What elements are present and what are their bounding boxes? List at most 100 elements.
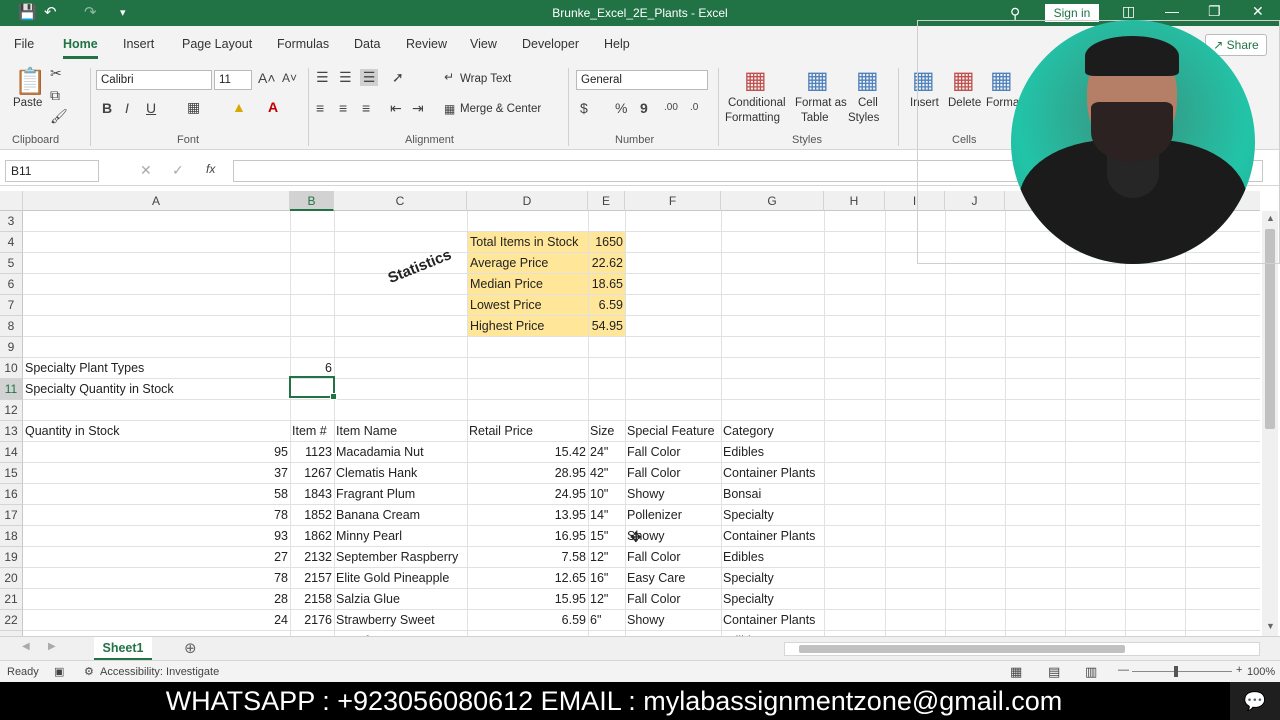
page-break-view-icon[interactable]: ▥ — [1085, 664, 1097, 680]
cell-category[interactable]: Specialty — [721, 589, 824, 609]
name-box[interactable]: B11 — [5, 160, 99, 182]
zoom-out-icon[interactable]: — — [1118, 664, 1129, 676]
underline-icon[interactable]: U — [146, 100, 156, 116]
cell-size[interactable]: 15" — [588, 526, 625, 546]
stat-label[interactable]: Total Items in Stock — [468, 232, 588, 252]
row-header[interactable]: 10 — [0, 358, 23, 379]
row-header[interactable]: 15 — [0, 463, 23, 484]
header-special-feature[interactable]: Special Feature — [625, 421, 721, 441]
font-name-dropdown[interactable]: Calibri — [96, 70, 212, 90]
cell-item-number[interactable]: 1852 — [290, 505, 334, 525]
align-right-icon[interactable]: ≡ — [362, 100, 370, 116]
cell-special-feature[interactable]: Showy — [625, 610, 721, 630]
page-layout-view-icon[interactable]: ▤ — [1048, 664, 1060, 680]
orientation-icon[interactable]: ➚ — [392, 69, 404, 86]
horizontal-scroll-thumb[interactable] — [799, 645, 1125, 653]
restore-icon[interactable]: ❐ — [1208, 3, 1221, 20]
cell-item-name[interactable]: Fragrant Plum — [334, 484, 467, 504]
normal-view-icon[interactable]: ▦ — [1010, 664, 1022, 680]
enter-icon[interactable]: ✓ — [172, 162, 184, 179]
tab-page-layout[interactable]: Page Layout — [182, 37, 252, 51]
horizontal-scrollbar[interactable] — [784, 642, 1260, 656]
percent-icon[interactable]: % — [615, 100, 627, 116]
cell-size[interactable]: 14" — [588, 505, 625, 525]
cell-size[interactable]: 42" — [588, 463, 625, 483]
cell-quantity[interactable]: 93 — [23, 526, 290, 546]
cell-category[interactable]: Edibles — [721, 442, 824, 462]
header-category[interactable]: Category — [721, 421, 824, 441]
cell-category[interactable]: Specialty — [721, 568, 824, 588]
tab-home[interactable]: Home — [63, 37, 98, 59]
row-header[interactable]: 19 — [0, 547, 23, 568]
cell-category[interactable]: Container Plants — [721, 610, 824, 630]
worksheet-grid[interactable]: 3 4 5 6 7 8 9 10 11 12 13 14 15 16 17 18… — [0, 211, 1260, 636]
cell-quantity[interactable]: 24 — [23, 610, 290, 630]
align-middle-icon[interactable]: ☰ — [339, 69, 352, 86]
comma-style-icon[interactable]: 9 — [640, 100, 648, 116]
row-header[interactable]: 21 — [0, 589, 23, 610]
cell-styles-button[interactable]: Cell — [858, 97, 878, 109]
row-header[interactable]: 18 — [0, 526, 23, 547]
cell-item-number[interactable]: 2176 — [290, 610, 334, 630]
cell-item-number[interactable]: 2157 — [290, 568, 334, 588]
cell-item-name[interactable]: Strawberry Sweet — [334, 610, 467, 630]
cell-item-name[interactable]: Banana Cream — [334, 505, 467, 525]
cell-item-name[interactable]: Salzia Glue — [334, 589, 467, 609]
column-header-c[interactable]: C — [334, 191, 467, 211]
italic-icon[interactable]: I — [125, 100, 129, 116]
increase-font-icon[interactable]: A˄ — [258, 70, 276, 86]
row-header[interactable]: 9 — [0, 337, 23, 358]
row-header[interactable]: 14 — [0, 442, 23, 463]
cell-item-number[interactable]: 1843 — [290, 484, 334, 504]
cell-size[interactable]: 16" — [588, 568, 625, 588]
format-as-table-button[interactable]: Format as — [795, 97, 847, 109]
header-size[interactable]: Size — [588, 421, 625, 441]
header-item-name[interactable]: Item Name — [334, 421, 467, 441]
column-header-h[interactable]: H — [824, 191, 885, 211]
column-header-b[interactable]: B — [290, 191, 334, 211]
cell-retail-price[interactable]: 6.59 — [467, 610, 588, 630]
cell-retail-price[interactable]: 28.95 — [467, 463, 588, 483]
row-header[interactable]: 12 — [0, 400, 23, 421]
zoom-slider[interactable] — [1132, 671, 1232, 672]
row-header[interactable]: 4 — [0, 232, 23, 253]
cell-special-feature[interactable]: Fall Color — [625, 589, 721, 609]
align-bottom-icon[interactable]: ☰ — [360, 69, 378, 86]
row-header[interactable]: 6 — [0, 274, 23, 295]
cell-size[interactable]: 24" — [588, 442, 625, 462]
select-all-corner[interactable] — [0, 191, 23, 211]
cell-item-name[interactable]: Elite Gold Pineapple — [334, 568, 467, 588]
tab-view[interactable]: View — [470, 37, 497, 51]
align-center-icon[interactable]: ≡ — [339, 100, 347, 116]
stat-label[interactable]: Average Price — [468, 253, 588, 273]
cell-item-name[interactable]: Minny Pearl — [334, 526, 467, 546]
row-header[interactable]: 13 — [0, 421, 23, 442]
ribbon-display-icon[interactable]: ◫ — [1122, 3, 1135, 20]
cell-category[interactable]: Bonsai — [721, 484, 824, 504]
paste-button[interactable]: Paste — [13, 97, 42, 109]
column-header-f[interactable]: F — [625, 191, 721, 211]
cancel-icon[interactable]: ✕ — [140, 162, 152, 179]
next-sheet-icon[interactable]: ▶ — [48, 641, 56, 652]
tab-insert[interactable]: Insert — [123, 37, 154, 51]
cell-category[interactable]: Container Plants — [721, 526, 824, 546]
stat-value[interactable]: 54.95 — [589, 316, 625, 336]
specialty-types-label[interactable]: Specialty Plant Types — [23, 358, 290, 378]
increase-indent-icon[interactable]: ⇥ — [412, 100, 424, 117]
prev-sheet-icon[interactable]: ◀ — [22, 641, 30, 652]
insert-function-icon[interactable]: fx — [206, 162, 215, 176]
row-header[interactable]: 20 — [0, 568, 23, 589]
column-header-d[interactable]: D — [467, 191, 588, 211]
cell-quantity[interactable]: 78 — [23, 505, 290, 525]
sheet-tab-sheet1[interactable]: Sheet1 — [94, 637, 152, 661]
row-header[interactable]: 11 — [0, 379, 23, 400]
row-header[interactable]: 3 — [0, 211, 23, 232]
cell-retail-price[interactable]: 15.42 — [467, 442, 588, 462]
cell-special-feature[interactable]: Fall Color — [625, 547, 721, 567]
cell-special-feature[interactable]: Pollenizer — [625, 505, 721, 525]
cell-retail-price[interactable]: 24.95 — [467, 484, 588, 504]
decrease-decimal-icon[interactable]: .0 — [690, 102, 698, 113]
cell-size[interactable]: 12" — [588, 589, 625, 609]
zoom-in-icon[interactable]: + — [1236, 664, 1242, 676]
accessibility-icon[interactable]: ⚙ — [84, 665, 94, 678]
